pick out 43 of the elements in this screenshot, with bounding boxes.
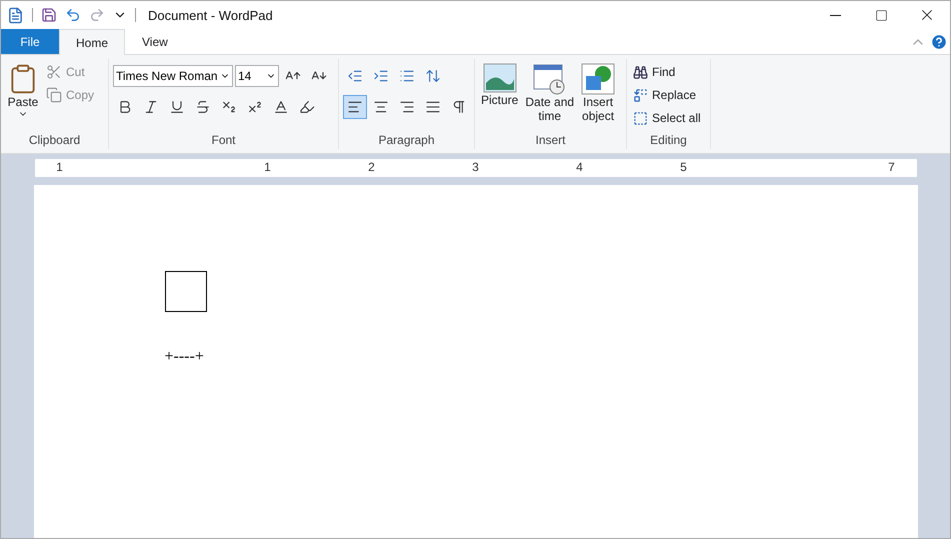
group-label: Editing (649, 133, 688, 149)
font-size-value: 14 (238, 69, 252, 83)
select-all-icon (633, 110, 648, 126)
group-label: Insert (534, 133, 566, 149)
landscape-icon (482, 63, 517, 93)
window-title: Document - WordPad (148, 8, 273, 22)
picture-button[interactable]: Picture (479, 61, 520, 131)
replace-button[interactable]: Replace (631, 84, 703, 106)
ruler-number: 7 (888, 160, 895, 174)
ruler-number: 1 (264, 160, 271, 174)
align-icon[interactable] (343, 95, 367, 119)
square-shape (164, 271, 206, 312)
ruler-number: 4 (576, 160, 583, 174)
replace-icon (633, 88, 648, 102)
ruler-number: 1 (56, 160, 63, 174)
save-icon[interactable] (41, 7, 57, 23)
calendar-clock-icon (532, 63, 567, 95)
font-family-field[interactable]: Times New Roman (113, 65, 233, 87)
copy-icon (46, 87, 62, 103)
find-button[interactable]: Find (631, 61, 703, 83)
minimize-icon (830, 14, 840, 16)
binoculars-icon (633, 64, 648, 80)
ribbon-tab[interactable]: Home (59, 29, 126, 55)
font-size-field[interactable]: 14 (235, 65, 279, 87)
ruler-number: 3 (472, 160, 479, 174)
maximize-icon (874, 8, 888, 22)
document-text: +----+ (164, 348, 204, 365)
ruler-number: 5 (680, 160, 687, 174)
group-label: Paragraph (377, 133, 436, 149)
shapes-icon (581, 63, 616, 95)
undo-icon[interactable] (65, 7, 81, 23)
scissors-icon (46, 64, 62, 80)
group-label: Font (210, 133, 236, 149)
group-label: Clipboard (28, 133, 82, 149)
font-family-value: Times New Roman (116, 69, 218, 83)
select-all-button[interactable]: Select all (631, 107, 703, 129)
insert-object-button[interactable]: Insert object (579, 61, 618, 131)
file-tab[interactable]: File (1, 29, 59, 54)
help-icon[interactable] (930, 32, 948, 50)
ruler-number: 2 (368, 160, 375, 174)
date-time-button[interactable]: Date and time (523, 61, 576, 131)
paste-button[interactable]: Paste (5, 61, 41, 131)
app-icon (7, 6, 24, 24)
